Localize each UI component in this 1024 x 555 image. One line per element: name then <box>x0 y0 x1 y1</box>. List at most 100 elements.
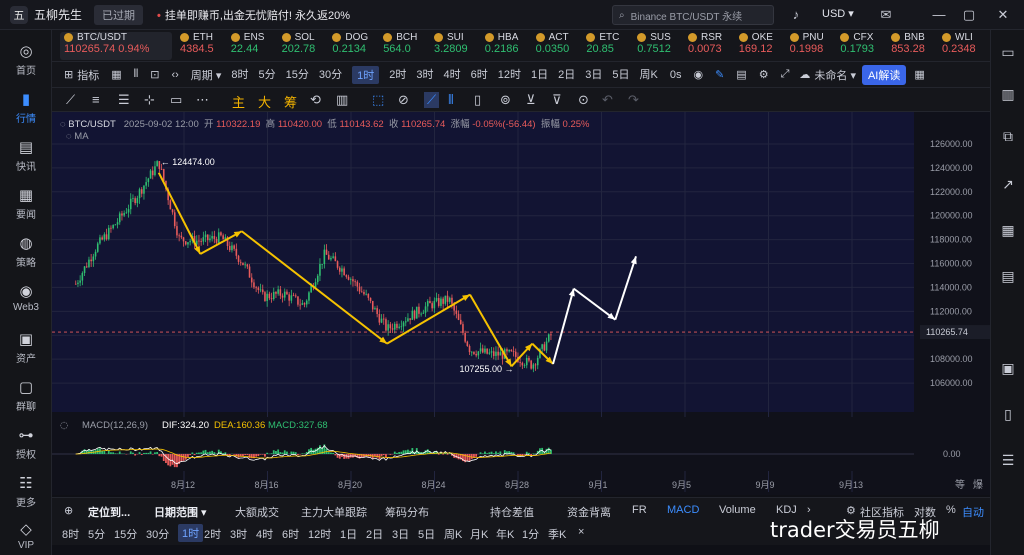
expired-badge[interactable]: 已过期 <box>94 4 144 25</box>
indicator-icon[interactable]: ⊞ <box>64 68 73 81</box>
sidebar-item-1[interactable]: ▮ 行情 <box>0 90 52 125</box>
list-icon[interactable]: ☰ <box>991 452 1024 469</box>
minimize-icon[interactable]: — <box>930 6 948 24</box>
sidebar-item-9[interactable]: ☷ 更多 <box>0 474 52 509</box>
monitor-icon[interactable]: ▣ <box>991 360 1024 377</box>
ticker-item[interactable]: BTC/USDT 110265.74 0.94% <box>60 32 172 60</box>
percent-toggle[interactable]: % <box>946 504 956 516</box>
rectangle-icon[interactable]: ▭ <box>170 92 182 108</box>
bottom-period-tab[interactable]: 3时 <box>230 526 247 542</box>
lock-icon[interactable]: ⊚ <box>500 92 511 108</box>
close-icon[interactable]: × <box>578 526 584 538</box>
period-tab[interactable]: 1时 <box>352 65 380 84</box>
filter-icon[interactable]: ⊽ <box>552 92 562 108</box>
settings-icon[interactable]: ⚙ <box>759 68 769 81</box>
ticker-item[interactable]: ETH 4384.5 <box>180 32 228 60</box>
big-order-label[interactable]: 大 <box>258 92 271 111</box>
target-icon[interactable]: ⊕ <box>64 504 73 517</box>
sidebar-item-6[interactable]: ▣ 资产 <box>0 330 52 365</box>
bottom-period-tab[interactable]: 4时 <box>256 526 273 542</box>
orderbook-icon[interactable]: ▥ <box>991 86 1024 103</box>
period-tab[interactable]: 6时 <box>471 66 488 84</box>
ruler-icon[interactable]: ⊘ <box>398 92 409 108</box>
hlines-icon[interactable]: ≡ <box>92 92 100 107</box>
bottom-period-tab[interactable]: 1时 <box>178 524 204 542</box>
bottom-period-tab[interactable]: 2时 <box>204 526 221 542</box>
cross-line-icon[interactable]: ⊹ <box>144 92 155 108</box>
macd-tab[interactable]: MACD <box>667 504 699 516</box>
calendar-icon[interactable]: ▦ <box>111 68 121 81</box>
grid-layout-icon[interactable]: ▦ <box>914 68 924 81</box>
refresh-icon[interactable]: ⟲ <box>310 92 321 108</box>
main-force-tab[interactable]: 主力大单跟踪 <box>301 504 367 520</box>
currency-select[interactable]: USD ▾ <box>822 7 854 20</box>
more-tools-icon[interactable]: ⋯ <box>196 92 209 108</box>
select-icon[interactable]: ⬚ <box>372 92 384 108</box>
document-icon[interactable]: ▯ <box>991 406 1024 423</box>
pen-icon[interactable]: ✎ <box>715 68 724 81</box>
magnet-icon[interactable]: ⊻ <box>526 92 536 108</box>
fullscreen-icon[interactable]: ⤢ <box>781 68 790 81</box>
period-tab[interactable]: 5分 <box>259 66 276 84</box>
sidebar-item-3[interactable]: ▦ 要闻 <box>0 186 52 221</box>
period-tab[interactable]: 15分 <box>286 66 309 84</box>
bottom-period-tab[interactable]: 6时 <box>282 526 299 542</box>
ticker-item[interactable]: ENS 22.44 <box>230 32 279 60</box>
camera-icon[interactable]: ◉ <box>693 68 703 81</box>
cloud-icon[interactable]: ☁ <box>799 68 810 81</box>
ticker-item[interactable]: PNU 0.1998 <box>789 32 838 60</box>
fr-tab[interactable]: FR <box>632 504 647 516</box>
ticker-item[interactable]: BNB 853.28 <box>891 32 939 60</box>
bottom-period-tab[interactable]: 月K <box>470 526 488 542</box>
zoom-icon[interactable]: ‹› <box>171 69 178 81</box>
large-trades-tab[interactable]: 大额成交 <box>235 504 279 520</box>
period-tab[interactable]: 4时 <box>444 66 461 84</box>
ticker-item[interactable]: HBA 0.2186 <box>484 32 533 60</box>
volume-tab[interactable]: Volume <box>719 504 756 516</box>
chip-distribution-tab[interactable]: 筹码分布 <box>385 504 429 520</box>
stats-icon[interactable]: ▦ <box>991 222 1024 239</box>
bottom-period-tab[interactable]: 3日 <box>392 526 409 542</box>
period-tab[interactable]: 周K <box>640 66 658 84</box>
close-icon[interactable]: ✕ <box>994 6 1012 24</box>
indicators-button[interactable]: 指标 <box>77 67 99 83</box>
ticker-item[interactable]: ETC 20.85 <box>586 32 634 60</box>
bottom-period-tab[interactable]: 8时 <box>62 526 79 542</box>
date-range-select[interactable]: 日期范围 ▾ <box>154 504 207 520</box>
price-chart[interactable]: 126000.00 124000.00 122000.00 120000.00 1180… <box>52 112 990 495</box>
delete-icon[interactable]: ▯ <box>474 92 481 108</box>
undo-icon[interactable]: ↶ <box>602 92 613 108</box>
position-diff-tab[interactable]: 持仓差值 <box>490 504 534 520</box>
ticker-item[interactable]: RSR 0.0073 <box>688 32 736 60</box>
mail-icon[interactable]: ✉ <box>877 6 895 24</box>
sidebar-item-4[interactable]: ◍ 策略 <box>0 234 52 269</box>
ticker-item[interactable]: SOL 202.78 <box>281 32 330 60</box>
period-tab[interactable]: 3时 <box>416 66 433 84</box>
redo-icon[interactable]: ↷ <box>628 92 639 108</box>
periods-dropdown[interactable]: 周期 ▾ <box>191 67 222 83</box>
bottom-period-tab[interactable]: 12时 <box>308 526 331 542</box>
channel-icon[interactable]: ☰ <box>118 92 130 108</box>
ticker-item[interactable]: DOG 0.2134 <box>332 32 380 60</box>
period-tab[interactable]: 2日 <box>558 66 575 84</box>
sidebar-item-2[interactable]: ▤ 快讯 <box>0 138 52 173</box>
bottom-period-tab[interactable]: 1日 <box>340 526 357 542</box>
compare-icon[interactable]: ⊡ <box>150 68 159 81</box>
eye-icon[interactable]: ⊙ <box>578 92 589 108</box>
layers-icon[interactable]: ⧉ <box>991 128 1024 145</box>
sidebar-item-7[interactable]: ▢ 群聊 <box>0 378 52 413</box>
chart-area[interactable]: 126000.00 124000.00 122000.00 120000.00 1180… <box>52 112 990 495</box>
fund-divergence-tab[interactable]: 资金背离 <box>567 504 611 520</box>
candle-type-icon[interactable]: ⫴ <box>134 68 139 81</box>
ai-interpret-button[interactable]: AI解读 <box>861 64 907 85</box>
sidebar-item-0[interactable]: ◎ 首页 <box>0 42 52 77</box>
trend-up-icon[interactable]: ↗ <box>991 176 1024 193</box>
ticker-item[interactable]: CFX 0.1793 <box>840 32 888 60</box>
search-input[interactable]: ⌕ Binance BTC/USDT 永续 <box>612 5 774 25</box>
layout-name-select[interactable]: 未命名 ▾ <box>814 67 856 83</box>
notes-icon[interactable]: ▤ <box>991 268 1024 285</box>
bottom-period-tab[interactable]: 15分 <box>114 526 137 542</box>
draw-line-icon[interactable]: ⟋ <box>424 92 440 108</box>
fib-icon[interactable]: ⦀ <box>448 92 454 108</box>
promo-banner[interactable]: • 挂单即赚币,出金无忧赔付! 永久返20% <box>157 7 350 23</box>
